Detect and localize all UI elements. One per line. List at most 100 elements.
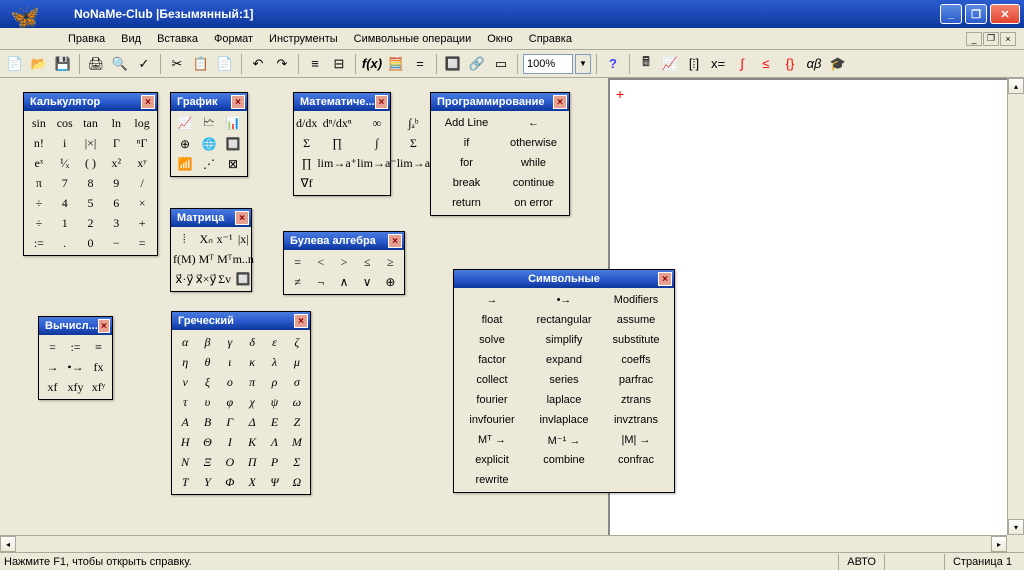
open-icon[interactable]: 📂 (28, 53, 50, 75)
palette-cell[interactable]: fourier (456, 390, 528, 410)
vertical-scrollbar[interactable]: ▴ ▾ (1007, 78, 1024, 535)
palette-cell[interactable]: on error (500, 193, 567, 213)
palette-cell[interactable]: 1 (52, 213, 78, 233)
palette-cell[interactable]: Σ (296, 133, 317, 153)
palette-cell[interactable]: x² (103, 153, 129, 173)
palette-cell[interactable]: xf (41, 377, 64, 397)
palette-cell[interactable]: π (26, 173, 52, 193)
palette-cell[interactable]: 0 (78, 233, 104, 253)
palette-cell[interactable]: explicit (456, 450, 528, 470)
calc-palette-icon[interactable]: 🖩 (635, 53, 657, 75)
palette-cell[interactable]: 6 (103, 193, 129, 213)
palette-cell[interactable]: 8 (78, 173, 104, 193)
palette-cell[interactable]: Δ (241, 412, 263, 432)
programming-close-button[interactable]: × (553, 95, 567, 109)
palette-cell[interactable]: 📶 (173, 154, 197, 174)
palette-cell[interactable]: Ψ (263, 472, 285, 492)
palette-cell[interactable]: → (41, 357, 64, 377)
palette-cell[interactable]: ÷ (26, 193, 52, 213)
palette-cell[interactable]: σ (286, 372, 308, 392)
palette-cell[interactable]: Ρ (263, 452, 285, 472)
scroll-down-icon[interactable]: ▾ (1008, 519, 1024, 535)
palette-cell[interactable]: |M| → (600, 430, 672, 450)
symbolic-close-button[interactable]: × (658, 272, 672, 286)
palette-cell[interactable]: × (129, 193, 155, 213)
palette-cell[interactable]: 3 (103, 213, 129, 233)
palette-cell[interactable]: factor (456, 350, 528, 370)
palette-cell[interactable]: := (64, 337, 87, 357)
prog-palette-icon[interactable]: {} (779, 53, 801, 75)
palette-cell[interactable]: m..n (233, 249, 254, 269)
palette-cell[interactable]: substitute (600, 330, 672, 350)
palette-cell[interactable]: Ο (219, 452, 241, 472)
component-icon[interactable]: 🔲 (442, 53, 464, 75)
palette-cell[interactable]: for (433, 153, 500, 173)
palette-cell[interactable]: float (456, 310, 528, 330)
palette-cell[interactable]: Γ (103, 133, 129, 153)
palette-cell[interactable]: cos (52, 113, 78, 133)
palette-cell[interactable]: 📈 (173, 113, 197, 134)
palette-cell[interactable]: Β (196, 412, 218, 432)
paste-icon[interactable]: 📄 (214, 53, 236, 75)
palette-cell[interactable]: 2 (78, 213, 104, 233)
palette-cell[interactable]: η (174, 352, 196, 372)
palette-cell[interactable]: Φ (219, 472, 241, 492)
palette-cell[interactable]: if (433, 133, 500, 153)
calc2-palette-icon[interactable]: ∫ (731, 53, 753, 75)
palette-cell[interactable]: ⊕ (379, 272, 402, 292)
palette-cell[interactable]: xfy (64, 377, 87, 397)
palette-cell[interactable]: Μ (286, 432, 308, 452)
palette-cell[interactable]: ⊠ (221, 154, 245, 174)
palette-cell[interactable]: φ (219, 392, 241, 412)
greek-close-button[interactable]: × (294, 314, 308, 328)
palette-cell[interactable]: λ (263, 352, 285, 372)
menu-tools[interactable]: Инструменты (261, 31, 346, 47)
menu-window[interactable]: Окно (479, 31, 521, 47)
palette-cell[interactable]: ψ (263, 392, 285, 412)
palette-cell[interactable]: Mᵀ (217, 249, 233, 269)
palette-cell[interactable]: ∏ (317, 133, 357, 153)
palette-cell[interactable]: series (528, 370, 600, 390)
palette-cell[interactable]: f(M) (173, 249, 196, 269)
palette-cell[interactable]: ≡ (87, 337, 110, 357)
palette-cell[interactable]: dⁿ/dxⁿ (317, 113, 357, 133)
palette-cell[interactable]: while (500, 153, 567, 173)
print-icon[interactable]: 🖨 (85, 53, 107, 75)
palette-cell[interactable]: confrac (600, 450, 672, 470)
palette-cell[interactable]: ο (219, 372, 241, 392)
palette-cell[interactable]: Ι (219, 432, 241, 452)
palette-cell[interactable]: 🔲 (233, 269, 254, 289)
palette-cell[interactable]: Η (174, 432, 196, 452)
graph-palette-icon[interactable]: 📈 (659, 53, 681, 75)
palette-cell[interactable]: ⊕ (173, 134, 197, 154)
palette-cell[interactable]: ztrans (600, 390, 672, 410)
palette-cell[interactable]: := (26, 233, 52, 253)
redo-icon[interactable]: ↷ (271, 53, 293, 75)
palette-cell[interactable]: tan (78, 113, 104, 133)
palette-cell[interactable]: 🌐 (197, 134, 221, 154)
programming-palette[interactable]: Программирование× Add Line←ifotherwisefo… (430, 92, 570, 216)
palette-cell[interactable]: Modifiers (600, 290, 672, 310)
palette-cell[interactable]: simplify (528, 330, 600, 350)
palette-cell[interactable]: 7 (52, 173, 78, 193)
palette-cell[interactable]: ζ (286, 332, 308, 352)
palette-cell[interactable]: i (52, 133, 78, 153)
palette-cell[interactable]: eˣ (26, 153, 52, 173)
palette-cell[interactable]: ν (174, 372, 196, 392)
palette-cell[interactable]: Χ (241, 472, 263, 492)
palette-cell[interactable]: 9 (103, 173, 129, 193)
palette-cell[interactable]: expand (528, 350, 600, 370)
palette-cell[interactable]: ≤ (356, 252, 379, 272)
preview-icon[interactable]: 🔍 (109, 53, 131, 75)
palette-cell[interactable]: Υ (196, 472, 218, 492)
palette-cell[interactable]: γ (219, 332, 241, 352)
palette-cell[interactable]: |x| (233, 229, 254, 249)
palette-cell[interactable]: α (174, 332, 196, 352)
matrix-palette-icon[interactable]: [⦙] (683, 53, 705, 75)
palette-cell[interactable]: ¹⁄ₓ (52, 153, 78, 173)
palette-cell[interactable]: = (41, 337, 64, 357)
maximize-button[interactable]: ❐ (965, 4, 987, 24)
palette-cell[interactable]: 4 (52, 193, 78, 213)
spellcheck-icon[interactable]: ✓ (133, 53, 155, 75)
palette-cell[interactable]: •→ (528, 290, 600, 310)
